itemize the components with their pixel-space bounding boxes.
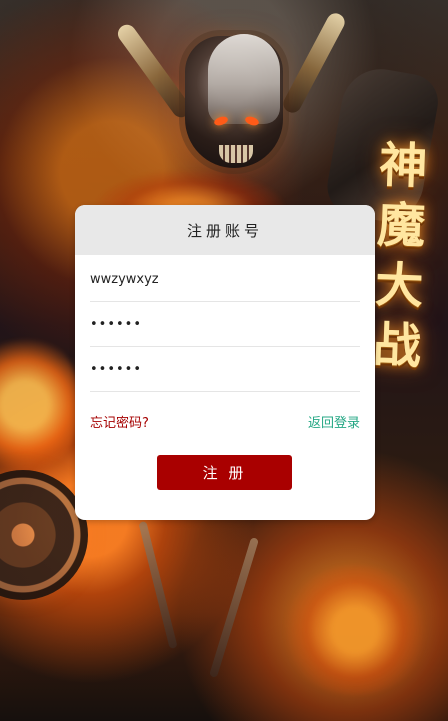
username-input[interactable] bbox=[90, 257, 360, 301]
forgot-password-link[interactable]: 忘记密码? bbox=[90, 412, 149, 431]
register-button[interactable]: 注 册 bbox=[157, 455, 292, 490]
account-links: 忘记密码? 返回登录 bbox=[90, 411, 360, 431]
register-panel: 注册账号 忘记密码? 返回登录 注 册 bbox=[75, 205, 375, 520]
game-title-char-4: 战 bbox=[372, 317, 422, 375]
password-input[interactable] bbox=[90, 302, 360, 346]
register-title: 注册账号 bbox=[75, 205, 375, 255]
game-title-char-2: 魔 bbox=[376, 197, 427, 255]
demon-hair-art bbox=[208, 34, 280, 124]
chain-art-right bbox=[208, 536, 260, 679]
confirm-password-field[interactable] bbox=[90, 347, 360, 392]
username-field[interactable] bbox=[90, 257, 360, 302]
demon-mouth-art bbox=[219, 145, 253, 163]
back-to-login-link[interactable]: 返回登录 bbox=[308, 412, 360, 431]
confirm-password-input[interactable] bbox=[90, 347, 360, 391]
chain-art-left bbox=[138, 520, 178, 650]
demon-left-horn-art bbox=[114, 21, 194, 121]
demon-right-horn-art bbox=[280, 10, 348, 116]
fire-glow-left bbox=[0, 330, 80, 480]
game-title-char-3: 大 bbox=[374, 257, 425, 315]
game-title-logo: 神 魔 大 战 bbox=[368, 137, 432, 381]
fire-glow-bottom-right bbox=[280, 565, 430, 695]
password-field[interactable] bbox=[90, 302, 360, 347]
game-title-char-1: 神 bbox=[378, 137, 429, 195]
registration-screen: 神 魔 大 战 注册账号 忘记密码? 返回登录 注 册 bbox=[0, 0, 448, 721]
